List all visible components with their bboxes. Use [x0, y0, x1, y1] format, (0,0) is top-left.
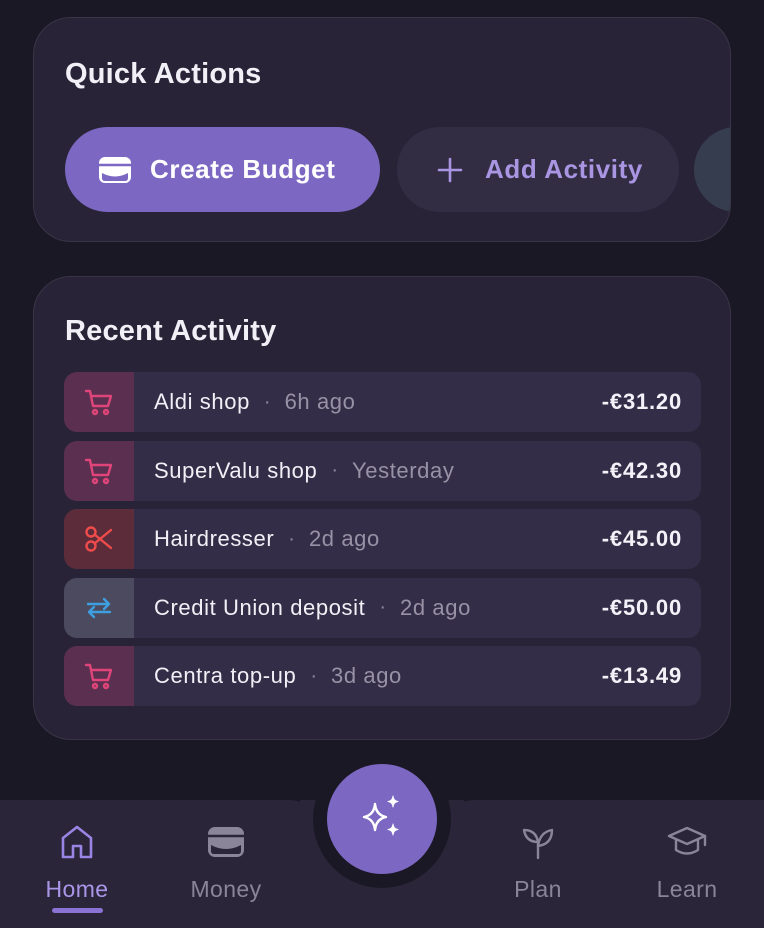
activity-amount: -€42.30	[601, 457, 682, 483]
nav-money[interactable]: Money	[151, 822, 301, 903]
activity-time: Yesterday	[352, 457, 455, 483]
home-icon	[57, 822, 97, 862]
quick-actions-card: Quick Actions Create Budget Add Activity	[33, 17, 731, 242]
activity-row[interactable]: Aldi shop · 6h ago -€31.20	[64, 372, 701, 432]
activity-label: Aldi shop	[154, 389, 250, 414]
activity-label: Centra top-up	[154, 663, 297, 688]
nav-learn[interactable]: Learn	[612, 822, 762, 903]
nav-home[interactable]: Home	[2, 822, 152, 903]
activity-amount: -€13.49	[601, 663, 682, 688]
activity-amount: -€45.00	[601, 526, 682, 551]
activity-time: 6h ago	[284, 389, 356, 414]
ai-assistant-button[interactable]	[327, 764, 437, 874]
nav-plan-label: Plan	[514, 876, 562, 902]
recent-activity-title: Recent Activity	[65, 315, 277, 347]
nav-home-label: Home	[45, 876, 109, 902]
create-budget-label: Create Budget	[150, 154, 336, 184]
separator-dot: ·	[379, 596, 387, 618]
active-tab-indicator	[52, 908, 103, 913]
add-activity-button[interactable]: Add Activity	[397, 127, 679, 212]
separator-dot: ·	[288, 527, 295, 550]
separator-dot: ·	[263, 390, 271, 413]
transfer-arrows-icon	[64, 577, 134, 638]
plus-icon	[433, 153, 467, 187]
activity-time: 3d ago	[331, 663, 402, 688]
nav-plan[interactable]: Plan	[463, 822, 613, 903]
wallet-icon	[98, 153, 132, 187]
separator-dot: ·	[331, 459, 338, 481]
activity-row[interactable]: Centra top-up · 3d ago -€13.49	[64, 646, 701, 706]
add-activity-label: Add Activity	[485, 154, 643, 184]
app-screen: Quick Actions Create Budget Add Activity	[0, 0, 764, 928]
activity-row[interactable]: Credit Union deposit · 2d ago -€50.00	[64, 577, 701, 638]
more-actions-button[interactable]	[694, 127, 730, 212]
activity-label: Credit Union deposit	[154, 594, 366, 620]
graduation-cap-icon	[667, 822, 707, 862]
activity-time: 2d ago	[400, 594, 471, 620]
separator-dot: ·	[310, 664, 317, 687]
nav-learn-label: Learn	[656, 876, 718, 902]
quick-actions-title: Quick Actions	[65, 58, 262, 90]
scissors-icon	[64, 509, 134, 569]
recent-activity-card: Recent Activity Aldi shop · 6h ago -€31.…	[33, 276, 731, 740]
activity-amount: -€31.20	[601, 389, 682, 414]
activity-row[interactable]: Hairdresser · 2d ago -€45.00	[64, 509, 701, 569]
activity-label: SuperValu shop	[154, 457, 318, 483]
create-budget-button[interactable]: Create Budget	[65, 127, 380, 212]
wallet-icon	[206, 822, 246, 862]
cart-icon	[64, 646, 134, 706]
activity-row[interactable]: SuperValu shop · Yesterday -€42.30	[64, 440, 701, 501]
activity-label: Hairdresser	[154, 526, 275, 551]
activity-amount: -€50.00	[601, 594, 682, 620]
sparkle-icon	[359, 794, 405, 845]
sprout-icon	[518, 822, 558, 862]
nav-money-label: Money	[190, 876, 262, 902]
cart-icon	[64, 372, 134, 432]
cart-icon	[64, 440, 134, 501]
activity-time: 2d ago	[308, 526, 380, 551]
activity-list: Aldi shop · 6h ago -€31.20 SuperValu sho…	[64, 372, 701, 715]
